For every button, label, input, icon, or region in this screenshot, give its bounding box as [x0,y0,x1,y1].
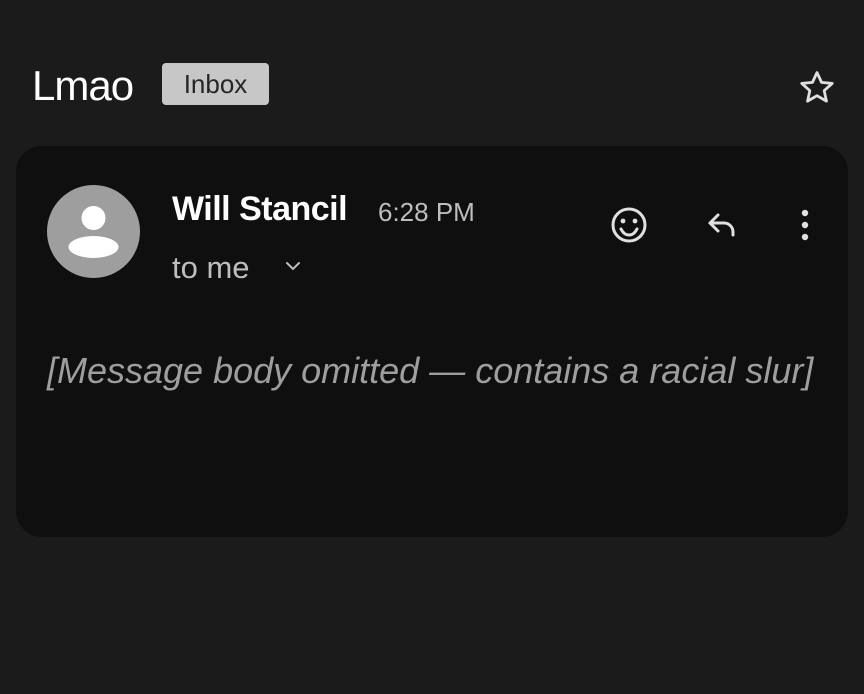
sender-name[interactable]: Will Stancil [172,190,348,229]
default-person-icon [68,206,119,258]
recipient-line[interactable]: to me [172,250,250,286]
chevron-down-icon[interactable] [284,259,302,273]
sent-time: 6:28 PM [378,197,475,227]
reply-icon[interactable] [698,201,746,249]
message-card: Will Stancil 6:28 PM to me [Message body… [16,146,848,537]
emoji-reaction-icon[interactable] [605,201,653,249]
inbox-label-chip[interactable]: Inbox [162,63,269,105]
subject-bar: Lmao Inbox [0,0,864,146]
email-subject: Lmao [32,62,134,109]
star-icon[interactable] [796,67,838,109]
sender-avatar[interactable] [47,185,140,278]
message-body: [Message body omitted — contains a racia… [47,350,814,391]
more-vertical-icon[interactable] [781,201,829,249]
